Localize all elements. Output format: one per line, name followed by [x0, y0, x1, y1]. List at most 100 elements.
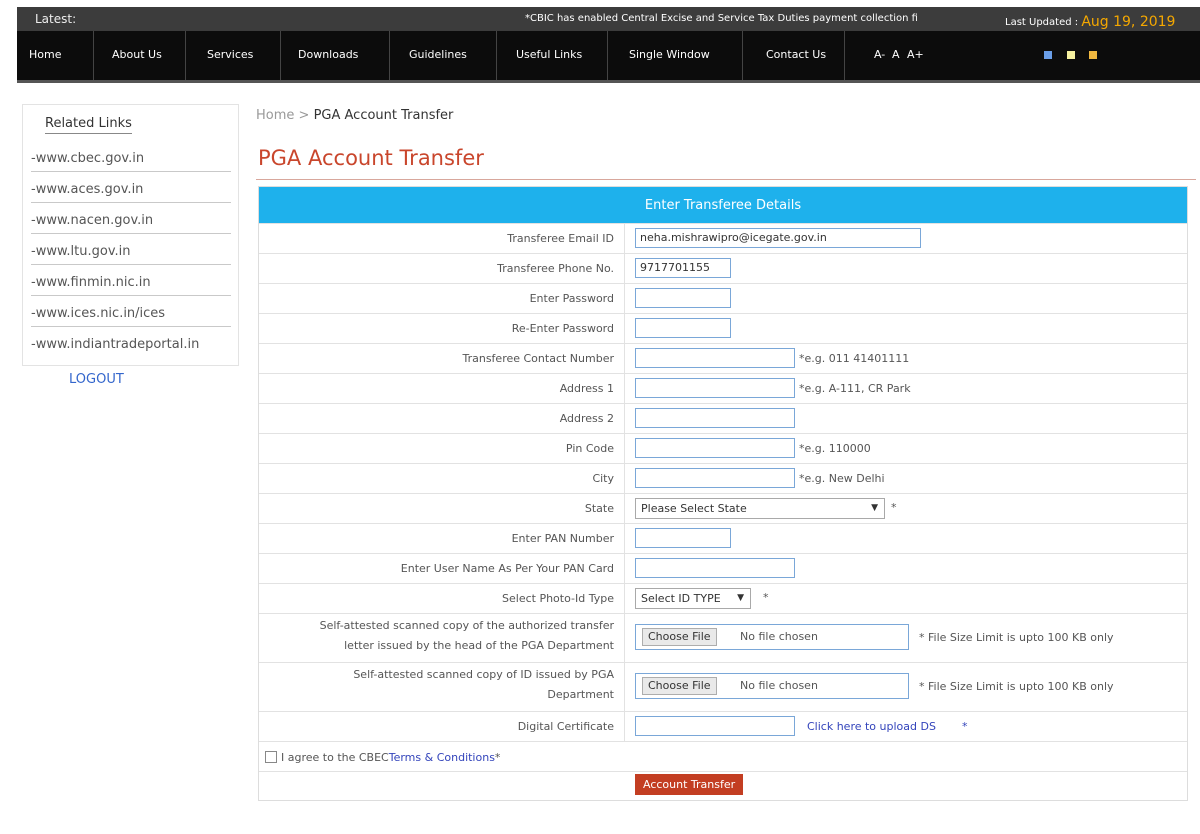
nav-downloads[interactable]: Downloads: [298, 48, 358, 61]
photo-id-select[interactable]: Select ID TYPE ▼: [635, 588, 751, 609]
agree-checkbox[interactable]: [265, 751, 277, 763]
transfer-letter-file-input[interactable]: Choose File No file chosen: [635, 624, 909, 650]
link-indiantradeportal[interactable]: -www.indiantradeportal.in: [31, 337, 231, 357]
row-photo-id: Select Photo-Id Type Select ID TYPE ▼ *: [259, 583, 1187, 613]
link-aces[interactable]: -www.aces.gov.in: [31, 182, 231, 203]
terms-link[interactable]: Terms & Conditions: [389, 751, 495, 764]
row-agree: I agree to the CBECTerms & Conditions*: [259, 741, 1187, 771]
font-reset-button[interactable]: A: [892, 48, 900, 61]
contact-hint: *e.g. 011 41401111: [799, 352, 910, 365]
breadcrumb-separator: >: [294, 108, 314, 123]
theme-orange-icon[interactable]: [1089, 51, 1097, 59]
related-links-panel: Related Links -www.cbec.gov.in -www.aces…: [22, 104, 239, 366]
nav-guidelines[interactable]: Guidelines: [409, 48, 467, 61]
row-email: Transferee Email ID neha.mishrawipro@ice…: [259, 223, 1187, 253]
link-cbec[interactable]: -www.cbec.gov.in: [31, 151, 231, 172]
link-ltu[interactable]: -www.ltu.gov.in: [31, 244, 231, 265]
row-id-copy: Self-attested scanned copy of ID issued …: [259, 662, 1187, 711]
row-city: City *e.g. New Delhi: [259, 463, 1187, 493]
id-copy-file-input[interactable]: Choose File No file chosen: [635, 673, 909, 699]
pincode-label: Pin Code: [259, 434, 625, 463]
row-pan: Enter PAN Number: [259, 523, 1187, 553]
password-label: Enter Password: [259, 284, 625, 313]
agree-suffix: *: [494, 751, 501, 764]
row-submit: Account Transfer: [259, 771, 1187, 800]
nav-single-window[interactable]: Single Window: [629, 48, 710, 61]
address1-field[interactable]: [635, 378, 795, 398]
last-updated-label: Last Updated :: [1005, 17, 1079, 28]
state-select[interactable]: Please Select State ▼: [635, 498, 885, 519]
last-updated-date: Aug 19, 2019: [1081, 14, 1176, 30]
transfer-letter-label-line2: letter issued by the head of the PGA Dep…: [344, 639, 614, 652]
theme-blue-icon[interactable]: [1044, 51, 1052, 59]
photo-id-select-value: Select ID TYPE: [641, 592, 721, 605]
nav-about-us[interactable]: About Us: [112, 48, 162, 61]
state-select-value: Please Select State: [641, 502, 747, 515]
link-finmin[interactable]: -www.finmin.nic.in: [31, 275, 231, 296]
nav-contact-us[interactable]: Contact Us: [766, 48, 826, 61]
photo-id-label: Select Photo-Id Type: [259, 584, 625, 613]
chevron-down-icon: ▼: [871, 503, 878, 513]
row-address2: Address 2: [259, 403, 1187, 433]
nav-services[interactable]: Services: [207, 48, 253, 61]
phone-label: Transferee Phone No.: [259, 254, 625, 283]
phone-field[interactable]: 9717701155: [635, 258, 731, 278]
id-copy-choose-file-button[interactable]: Choose File: [642, 677, 717, 695]
row-password: Enter Password: [259, 283, 1187, 313]
agree-text: I agree to the CBECTerms & Conditions*: [281, 751, 500, 764]
pan-name-field[interactable]: [635, 558, 795, 578]
transfer-form: Enter Transferee Details Transferee Emai…: [258, 186, 1188, 801]
theme-yellow-icon[interactable]: [1067, 51, 1075, 59]
nav-useful-links[interactable]: Useful Links: [516, 48, 582, 61]
row-contact: Transferee Contact Number *e.g. 011 4140…: [259, 343, 1187, 373]
id-copy-label-line2: Department: [547, 688, 614, 701]
email-field[interactable]: neha.mishrawipro@icegate.gov.in: [635, 228, 921, 248]
pan-name-label: Enter User Name As Per Your PAN Card: [259, 554, 625, 583]
email-label: Transferee Email ID: [259, 224, 625, 253]
font-decrease-button[interactable]: A-: [874, 48, 885, 61]
link-nacen[interactable]: -www.nacen.gov.in: [31, 213, 231, 234]
row-phone: Transferee Phone No. 9717701155: [259, 253, 1187, 283]
title-divider: [256, 179, 1196, 180]
id-copy-label-line1: Self-attested scanned copy of ID issued …: [353, 668, 614, 681]
account-transfer-button[interactable]: Account Transfer: [635, 774, 744, 795]
row-reenter-password: Re-Enter Password: [259, 313, 1187, 343]
row-transfer-letter: Self-attested scanned copy of the author…: [259, 613, 1187, 662]
row-pincode: Pin Code *e.g. 110000: [259, 433, 1187, 463]
transfer-letter-choose-file-button[interactable]: Choose File: [642, 628, 717, 646]
breadcrumb-home[interactable]: Home: [256, 108, 294, 123]
transfer-letter-label-line1: Self-attested scanned copy of the author…: [319, 619, 614, 632]
reenter-password-field[interactable]: [635, 318, 731, 338]
row-digital-certificate: Digital Certificate Click here to upload…: [259, 711, 1187, 741]
digital-certificate-field[interactable]: [635, 716, 795, 736]
font-increase-button[interactable]: A+: [907, 48, 924, 61]
id-copy-label: Self-attested scanned copy of ID issued …: [259, 663, 625, 711]
state-required-mark: *: [891, 501, 897, 514]
address1-hint: *e.g. A-111, CR Park: [799, 382, 911, 395]
photo-id-required-mark: *: [763, 591, 769, 604]
news-ticker-bar: Latest: *CBIC has enabled Central Excise…: [17, 7, 1200, 31]
digital-certificate-required-mark: *: [962, 720, 968, 733]
logout-link[interactable]: LOGOUT: [69, 372, 124, 387]
form-header: Enter Transferee Details: [259, 187, 1187, 223]
page-title: PGA Account Transfer: [258, 146, 484, 170]
nav-home[interactable]: Home: [29, 48, 61, 61]
chevron-down-icon: ▼: [737, 593, 744, 603]
link-ices[interactable]: -www.ices.nic.in/ices: [31, 306, 231, 327]
row-state: State Please Select State ▼ *: [259, 493, 1187, 523]
reenter-password-label: Re-Enter Password: [259, 314, 625, 343]
address2-field[interactable]: [635, 408, 795, 428]
password-field[interactable]: [635, 288, 731, 308]
contact-number-field[interactable]: [635, 348, 795, 368]
ticker-message[interactable]: *CBIC has enabled Central Excise and Ser…: [525, 13, 995, 24]
upload-ds-link[interactable]: Click here to upload DS: [807, 720, 936, 733]
digital-certificate-label: Digital Certificate: [259, 712, 625, 741]
city-field[interactable]: [635, 468, 795, 488]
pan-field[interactable]: [635, 528, 731, 548]
breadcrumb: Home > PGA Account Transfer: [256, 108, 453, 123]
pincode-hint: *e.g. 110000: [799, 442, 871, 455]
pincode-field[interactable]: [635, 438, 795, 458]
pan-label: Enter PAN Number: [259, 524, 625, 553]
city-label: City: [259, 464, 625, 493]
transfer-letter-label: Self-attested scanned copy of the author…: [259, 614, 625, 662]
